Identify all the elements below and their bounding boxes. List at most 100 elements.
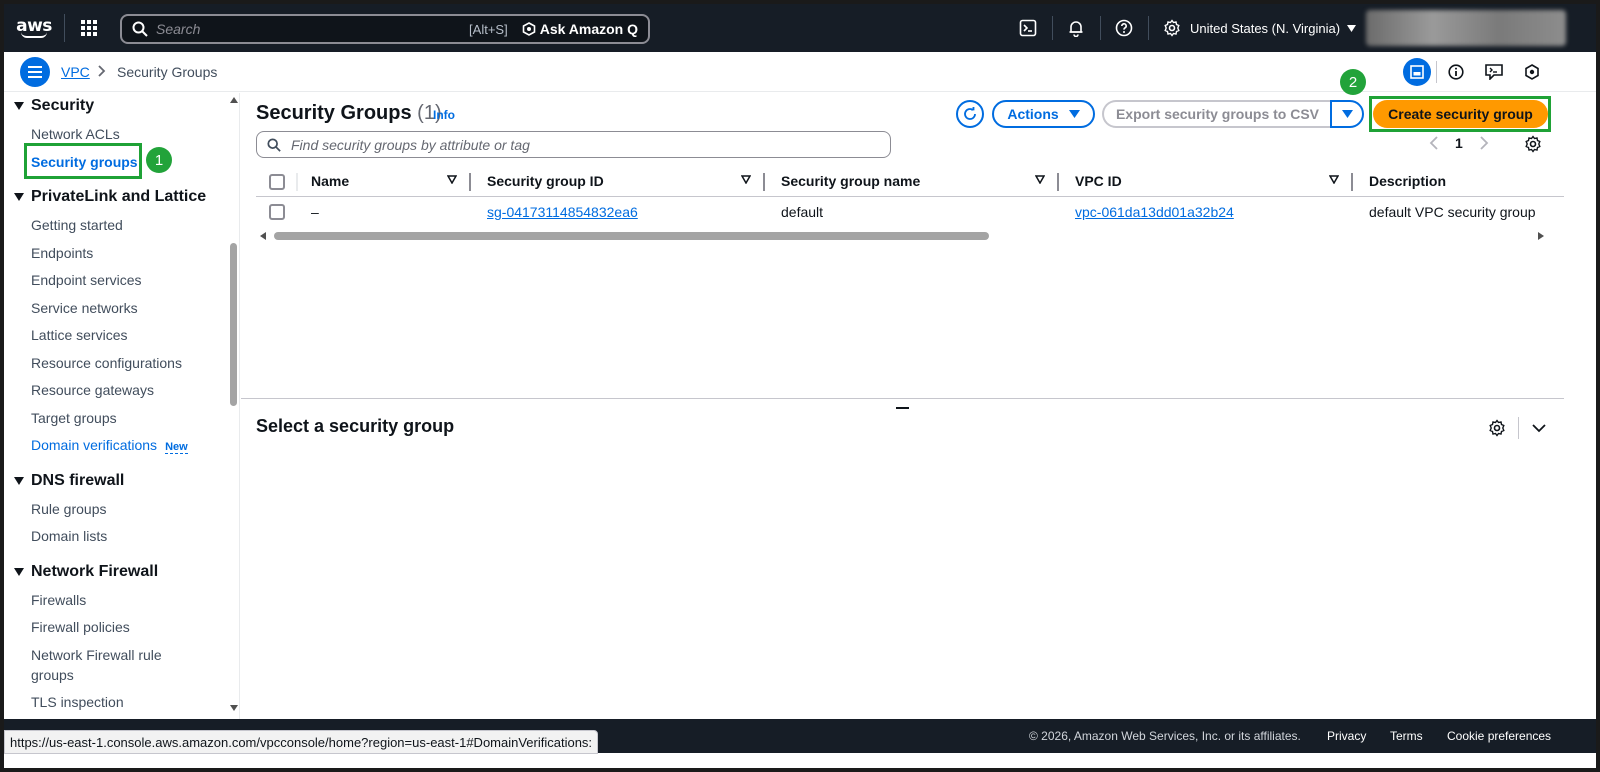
sidebar-item-resource-configurations[interactable]: Resource configurations <box>31 353 182 373</box>
browser-status-url: https://us-east-1.console.aws.amazon.com… <box>4 730 599 754</box>
side-nav-toggle-button[interactable] <box>20 57 50 87</box>
settings-gear-icon[interactable] <box>1488 419 1506 437</box>
sidebar-item-firewall-policies[interactable]: Firewall policies <box>31 617 130 637</box>
search-icon <box>132 21 148 37</box>
column-divider[interactable] <box>469 173 471 191</box>
filter-placeholder: Find security groups by attribute or tag <box>291 136 530 153</box>
sidebar-item-label: Domain verifications <box>31 437 158 453</box>
sidebar-section-label: PrivateLink and Lattice <box>31 188 207 205</box>
caret-down-icon <box>14 102 24 110</box>
region-selector[interactable]: United States (N. Virginia) <box>1190 4 1357 52</box>
amazon-q-icon <box>1525 64 1539 80</box>
amazon-q-panel-toggle[interactable] <box>1513 56 1551 88</box>
sidebar-scrollbar[interactable] <box>228 93 239 719</box>
split-panel-toggle[interactable] <box>1398 56 1436 88</box>
services-grid-icon[interactable] <box>65 4 113 52</box>
step-badge-2: 2 <box>1340 69 1366 95</box>
refresh-button[interactable] <box>956 100 984 128</box>
feedback-toggle[interactable] <box>1475 56 1513 88</box>
sidebar-item-network-firewall-rule-groups[interactable]: Network Firewall rule groups <box>31 645 162 685</box>
info-panel-toggle[interactable] <box>1437 56 1475 88</box>
side-navigation: Security Network ACLs Security groups Pr… <box>4 93 240 719</box>
footer-terms-link[interactable]: Terms <box>1390 729 1423 743</box>
sort-caret-icon[interactable] <box>1035 175 1045 184</box>
cell-vpc-id-link[interactable]: vpc-061da13dd01a32b24 <box>1075 204 1234 220</box>
refresh-icon <box>964 107 976 120</box>
sidebar-item-network-acls[interactable]: Network ACLs <box>31 124 120 144</box>
table-preferences-button[interactable] <box>1524 135 1542 156</box>
column-divider[interactable] <box>763 173 765 191</box>
select-all-checkbox[interactable] <box>269 174 285 190</box>
feedback-icon <box>1485 64 1503 80</box>
global-search-input[interactable]: Search [Alt+S] Ask Amazon Q <box>120 14 650 44</box>
sidebar-item-resource-gateways[interactable]: Resource gateways <box>31 380 154 400</box>
sort-caret-icon[interactable] <box>1329 175 1339 184</box>
column-header-security-group-id[interactable]: Security group ID <box>487 173 604 189</box>
split-panel-divider <box>241 398 1564 399</box>
settings-gear-icon[interactable] <box>1148 4 1196 52</box>
notifications-bell-icon[interactable] <box>1052 4 1100 52</box>
page-title-text: Security Groups <box>256 102 412 124</box>
sidebar-item-firewalls[interactable]: Firewalls <box>31 590 86 610</box>
table-horizontal-scrollbar[interactable] <box>256 230 1546 242</box>
column-header-vpc-id[interactable]: VPC ID <box>1075 173 1122 189</box>
sort-caret-icon[interactable] <box>447 175 457 184</box>
ask-amazon-q-label: Ask Amazon Q <box>539 21 638 37</box>
cloudshell-icon[interactable] <box>1004 4 1052 52</box>
scroll-left-arrow-icon <box>260 232 266 240</box>
utility-panel-tools <box>1398 56 1551 88</box>
sidebar-item-domain-verifications[interactable]: Domain verifications New <box>31 435 188 457</box>
page-number[interactable]: 1 <box>1455 135 1463 151</box>
sidebar-section-security[interactable]: Security <box>14 97 94 115</box>
security-group-filter-input[interactable]: Find security groups by attribute or tag <box>256 131 891 158</box>
split-panel-resize-handle[interactable] <box>896 407 909 409</box>
cell-description: default VPC security group <box>1369 204 1536 220</box>
footer-privacy-link[interactable]: Privacy <box>1327 729 1366 743</box>
actions-label: Actions <box>1007 106 1059 122</box>
sidebar-item-getting-started[interactable]: Getting started <box>31 215 123 235</box>
column-header-description[interactable]: Description <box>1369 173 1446 189</box>
breadcrumb-vpc-link[interactable]: VPC <box>61 64 90 80</box>
aws-smile-icon <box>21 32 47 38</box>
sidebar-item-endpoint-services[interactable]: Endpoint services <box>31 270 142 290</box>
footer-copyright: © 2026, Amazon Web Services, Inc. or its… <box>1029 729 1301 743</box>
sidebar-item-domain-lists[interactable]: Domain lists <box>31 526 107 546</box>
aws-console-window: aws Search [Alt+S] Ask Amazon Q United S… <box>0 0 1600 772</box>
sidebar-item-lattice-services[interactable]: Lattice services <box>31 325 127 345</box>
caret-down-icon <box>1068 110 1080 118</box>
export-dropdown-toggle[interactable] <box>1330 100 1364 128</box>
sidebar-item-rule-groups[interactable]: Rule groups <box>31 499 107 519</box>
row-checkbox[interactable] <box>269 204 285 220</box>
chevron-right-icon[interactable] <box>1479 135 1489 151</box>
sort-caret-icon[interactable] <box>741 175 751 184</box>
ask-amazon-q-button[interactable]: Ask Amazon Q <box>522 21 638 37</box>
sidebar-scroll-thumb[interactable] <box>230 243 237 406</box>
scroll-down-arrow-icon <box>230 705 238 711</box>
search-icon <box>267 137 281 152</box>
export-csv-button[interactable]: Export security groups to CSV <box>1102 100 1331 128</box>
pagination: 1 <box>1429 135 1489 151</box>
column-divider[interactable] <box>1351 173 1353 191</box>
sidebar-section-privatelink[interactable]: PrivateLink and Lattice <box>14 188 206 206</box>
column-header-security-group-name[interactable]: Security group name <box>781 173 920 189</box>
column-header-name[interactable]: Name <box>311 173 349 189</box>
chevron-left-icon[interactable] <box>1429 135 1439 151</box>
footer-cookie-preferences-link[interactable]: Cookie preferences <box>1447 729 1551 743</box>
sidebar-item-target-groups[interactable]: Target groups <box>31 408 117 428</box>
sidebar-item-tls-inspection[interactable]: TLS inspection <box>31 692 124 712</box>
sidebar-item-endpoints[interactable]: Endpoints <box>31 243 93 263</box>
sidebar-item-service-networks[interactable]: Service networks <box>31 298 138 318</box>
sidebar-section-dns-firewall[interactable]: DNS firewall <box>14 472 124 490</box>
info-link[interactable]: Info <box>433 108 455 122</box>
sidebar-section-network-firewall[interactable]: Network Firewall <box>14 563 158 581</box>
chevron-down-icon[interactable] <box>1531 423 1547 433</box>
actions-dropdown-button[interactable]: Actions <box>992 100 1095 128</box>
account-menu-redacted[interactable] <box>1366 10 1566 46</box>
step-badge-1: 1 <box>146 147 172 173</box>
table-scroll-thumb[interactable] <box>274 232 989 240</box>
cell-security-group-id-link[interactable]: sg-04173114854832ea6 <box>487 204 638 220</box>
help-icon[interactable] <box>1100 4 1148 52</box>
column-divider[interactable] <box>1057 173 1059 191</box>
aws-logo[interactable]: aws <box>4 4 64 52</box>
page-title: Security Groups (1) <box>256 102 442 125</box>
